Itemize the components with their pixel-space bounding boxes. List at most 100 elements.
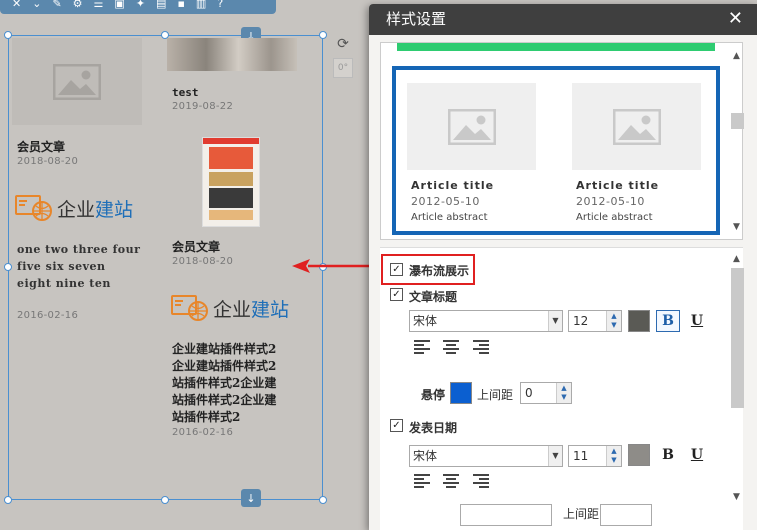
margin-top-stepper[interactable]: ▲ ▼	[556, 383, 571, 403]
rotation-degree[interactable]: 0°	[333, 58, 353, 78]
article-date: 2016-02-16	[172, 427, 234, 438]
margin-top-value: 0	[525, 386, 533, 400]
article-title[interactable]: 企业建站插件样式2企业建站插件样式2站插件样式2企业建站插件样式2企业建站插件样…	[172, 341, 288, 426]
rotate-icon[interactable]: ⟳	[334, 35, 352, 53]
article-title[interactable]: test	[172, 86, 199, 99]
preview-abstract: Article abstract	[576, 212, 653, 223]
align-left-icon[interactable]	[414, 474, 430, 488]
image-icon	[612, 108, 661, 145]
chevron-down-icon[interactable]: ▼	[548, 311, 562, 331]
resize-handle-br[interactable]	[319, 496, 327, 504]
article-title-label: 文章标题	[409, 290, 458, 304]
chevron-down-icon[interactable]: ⌄	[32, 0, 41, 9]
delete-icon[interactable]: ▥	[196, 0, 206, 9]
margin-top-label: 上间距	[563, 507, 600, 521]
publish-date-label: 发表日期	[409, 421, 458, 435]
date-color-swatch[interactable]	[628, 444, 650, 466]
module-toolbar: ✕ ⌄ ✎ ⚙ ☰ ▣ ✦ ▤ ▪ ▥ ?	[0, 0, 276, 14]
article-date: 2018-08-20	[172, 256, 234, 267]
image-placeholder	[407, 83, 536, 170]
arrow-annotation	[292, 259, 378, 273]
font-select[interactable]: 宋体 ▼	[409, 445, 563, 467]
article-date: 2019-08-22	[172, 101, 234, 112]
font-select[interactable]: 宋体 ▼	[409, 310, 563, 332]
brand-logo: 企业 建站	[171, 294, 289, 322]
font-size-input[interactable]: 11 ▲ ▼	[568, 445, 622, 467]
preview-title: Article title	[576, 179, 660, 192]
image-placeholder	[572, 83, 701, 170]
style-settings-dialog: 样式设置 ✕ Article title 2012-05-10 Article …	[369, 4, 757, 530]
image-icon	[53, 63, 101, 100]
preview-date: 2012-05-10	[411, 195, 480, 208]
article-title[interactable]: one two three four five six seven eight …	[17, 241, 142, 292]
font-size-stepper[interactable]: ▲ ▼	[606, 446, 621, 466]
logo-text-a: 企业	[213, 298, 252, 321]
font-size-input[interactable]: 12 ▲ ▼	[568, 310, 622, 332]
margin-top-input[interactable]	[600, 504, 652, 526]
resize-handle-b[interactable]	[161, 496, 169, 504]
align-left-icon[interactable]	[414, 340, 430, 354]
resize-handle-tl[interactable]	[4, 31, 12, 39]
logo-icon	[15, 195, 52, 221]
download-icon-bottom[interactable]: ↓	[241, 489, 261, 507]
style-preview: Article title 2012-05-10 Article abstrac…	[380, 42, 743, 240]
brand-logo: 企业 建站	[15, 194, 133, 222]
font-size-value: 11	[573, 449, 589, 463]
hover-label: 悬停	[421, 388, 446, 402]
edit-icon[interactable]: ✎	[52, 0, 61, 9]
resize-handle-bl[interactable]	[4, 496, 12, 504]
partial-input[interactable]	[460, 504, 552, 526]
article-title-checkbox[interactable]: ✓	[390, 288, 403, 301]
article-thumbnail	[167, 38, 297, 71]
align-center-icon[interactable]	[443, 474, 459, 488]
align-right-icon[interactable]	[473, 474, 489, 488]
chevron-down-icon[interactable]: ▼	[548, 446, 562, 466]
preview-scrollbar-thumb[interactable]	[731, 113, 744, 129]
bold-button[interactable]: B	[656, 444, 680, 466]
align-right-icon[interactable]	[473, 340, 489, 354]
logo-icon	[171, 295, 208, 321]
article-title[interactable]: 会员文章	[17, 138, 65, 155]
close-icon[interactable]: ✕	[12, 0, 21, 9]
magic-icon[interactable]: ✦	[136, 0, 145, 9]
title-color-swatch[interactable]	[628, 310, 650, 332]
lock-icon[interactable]: ▪	[177, 0, 184, 9]
bold-button[interactable]: B	[656, 310, 680, 332]
settings-panel: ✓ 瀑布流展示 ✓ 文章标题 宋体 ▼ 12 ▲ ▼ B U 悬停 上间距 0 ▲…	[380, 247, 743, 530]
waterfall-checkbox[interactable]: ✓	[390, 263, 403, 276]
scroll-down-icon[interactable]: ▼	[730, 220, 743, 233]
hover-color-swatch[interactable]	[450, 382, 472, 404]
layers-icon[interactable]: ▤	[156, 0, 166, 9]
publish-date-checkbox[interactable]: ✓	[390, 419, 403, 432]
preview-abstract: Article abstract	[411, 212, 488, 223]
article-date: 2016-02-16	[17, 310, 79, 321]
logo-text-b: 建站	[251, 298, 290, 321]
article-date: 2018-08-20	[17, 156, 79, 167]
scroll-up-icon[interactable]: ▲	[730, 252, 743, 265]
font-select-value: 宋体	[413, 314, 438, 328]
align-center-icon[interactable]	[443, 340, 459, 354]
list-icon[interactable]: ☰	[94, 0, 104, 9]
close-icon[interactable]: ✕	[728, 9, 743, 29]
article-title[interactable]: 会员文章	[172, 238, 220, 255]
logo-text-b: 建站	[95, 198, 134, 221]
margin-top-input[interactable]: 0 ▲ ▼	[520, 382, 572, 404]
waterfall-label: 瀑布流展示	[409, 264, 470, 278]
logo-text-a: 企业	[57, 198, 96, 221]
preview-date: 2012-05-10	[576, 195, 645, 208]
settings-scrollbar-thumb[interactable]	[731, 268, 744, 408]
image-icon	[447, 108, 496, 145]
margin-top-label: 上间距	[477, 388, 514, 402]
scroll-down-icon[interactable]: ▼	[730, 490, 743, 503]
scroll-up-icon[interactable]: ▲	[730, 49, 743, 62]
help-icon[interactable]: ?	[217, 0, 223, 9]
resize-handle-l[interactable]	[4, 263, 12, 271]
resize-handle-tr[interactable]	[319, 31, 327, 39]
underline-button[interactable]: U	[685, 444, 709, 466]
settings-icon[interactable]: ⚙	[73, 0, 83, 9]
dialog-title: 样式设置	[369, 4, 757, 35]
underline-button[interactable]: U	[685, 310, 709, 332]
font-size-stepper[interactable]: ▲ ▼	[606, 311, 621, 331]
save-icon[interactable]: ▣	[114, 0, 124, 9]
preview-accent-bar	[397, 43, 715, 51]
